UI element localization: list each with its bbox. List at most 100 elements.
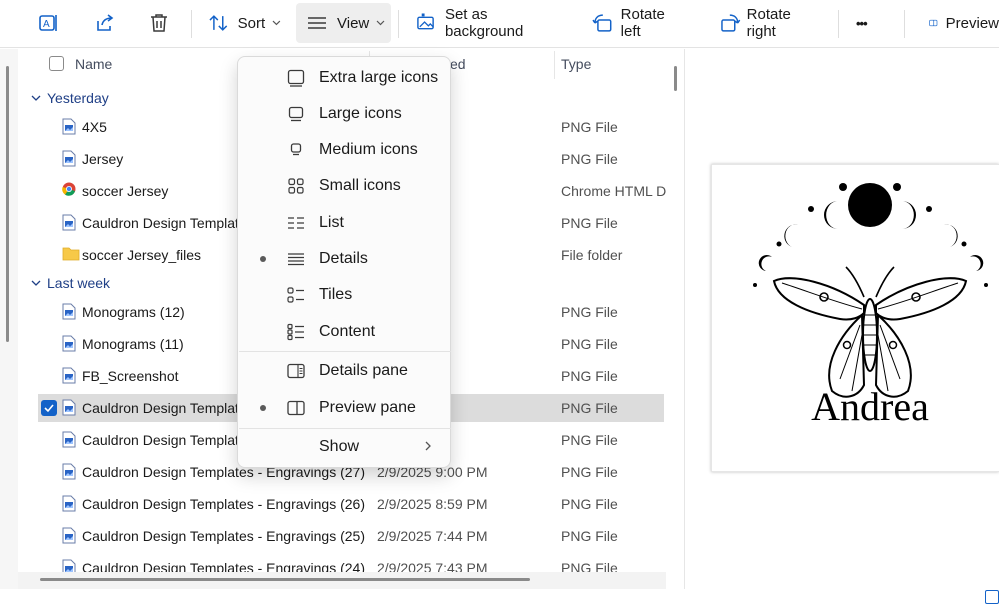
details-pane-icon: [287, 362, 305, 380]
set-as-background-button[interactable]: Set as background: [416, 3, 564, 43]
image-file-icon: [62, 399, 76, 416]
svg-text:A: A: [43, 19, 50, 30]
menu-separator: [239, 351, 451, 352]
file-row[interactable]: Cauldron Design Templates - Engravings (…: [38, 522, 664, 550]
menu-item-small-icons[interactable]: Small icons: [242, 169, 448, 203]
view-dropdown-menu: Extra large icons Large icons Medium icons…: [237, 56, 451, 468]
menu-item-details[interactable]: Details: [242, 242, 448, 276]
file-type: PNG File: [561, 528, 618, 544]
file-type: PNG File: [561, 304, 618, 320]
image-file-icon: [62, 214, 76, 231]
column-header-type[interactable]: Type: [561, 56, 591, 72]
file-type: PNG File: [561, 368, 618, 384]
delete-button[interactable]: [148, 3, 172, 43]
luna-moth-artwork: Andrea: [753, 183, 988, 429]
chrome-icon: [62, 182, 76, 199]
chevron-down-icon: [376, 20, 385, 26]
sort-icon: [209, 15, 228, 31]
menu-item-label: Medium icons: [319, 141, 418, 158]
rotate-left-button[interactable]: Rotate left: [592, 3, 688, 43]
pane-divider[interactable]: [684, 49, 685, 589]
file-name: FB_Screenshot: [82, 368, 179, 384]
chevron-down-icon: [272, 20, 281, 26]
file-name: Cauldron Design Template: [82, 215, 247, 231]
menu-item-extra-large-icons[interactable]: Extra large icons: [242, 61, 448, 95]
group-header-last-week[interactable]: Last week: [18, 269, 110, 297]
menu-item-details-pane[interactable]: Details pane: [242, 354, 448, 388]
column-divider[interactable]: [554, 51, 555, 79]
file-type: File folder: [561, 247, 623, 263]
rename-button[interactable]: A: [38, 3, 64, 43]
menu-item-label: Show: [319, 438, 360, 455]
menu-item-medium-icons[interactable]: Medium icons: [242, 133, 448, 167]
file-name: Cauldron Design Templat: [82, 432, 239, 448]
menu-item-tiles[interactable]: Tiles: [242, 278, 448, 312]
menu-item-label: Preview pane: [319, 399, 416, 416]
file-name: Jersey: [82, 151, 124, 167]
share-button[interactable]: [94, 3, 118, 43]
column-header-name[interactable]: Name: [75, 56, 112, 72]
horizontal-scrollbar-thumb[interactable]: [40, 578, 530, 581]
file-type: PNG File: [561, 119, 618, 135]
row-checkbox[interactable]: [41, 400, 57, 416]
content-icon: [287, 323, 305, 341]
group-header-yesterday[interactable]: Yesterday: [18, 84, 109, 112]
file-list-scrollbar[interactable]: [674, 66, 677, 91]
file-name: Cauldron Design Templates - Engravings (…: [82, 496, 365, 512]
view-button[interactable]: View: [296, 3, 391, 43]
list-icon: [287, 214, 305, 232]
menu-item-preview-pane[interactable]: Preview pane: [242, 391, 448, 425]
file-type: PNG File: [561, 151, 618, 167]
menu-item-label: Extra large icons: [319, 69, 439, 86]
toolbar-separator: [904, 10, 905, 38]
rotate-right-button[interactable]: Rotate right: [719, 3, 823, 43]
menu-item-label: Tiles: [319, 286, 353, 303]
view-toggle-icon[interactable]: [985, 590, 999, 604]
image-file-icon: [62, 527, 76, 544]
menu-item-content[interactable]: Content: [242, 315, 448, 349]
set-background-label: Set as background: [444, 6, 524, 40]
preview-pane-icon: [929, 19, 938, 27]
sort-button[interactable]: Sort: [205, 3, 281, 43]
file-name: Cauldron Design Templat: [82, 400, 239, 416]
file-explorer-window: A Sort View Set as background Rotate lef…: [0, 0, 999, 607]
file-row[interactable]: Cauldron Design Templates - Engravings (…: [38, 490, 664, 518]
details-icon: [287, 250, 305, 268]
column-header-date[interactable]: ed: [450, 56, 466, 72]
more-options-button[interactable]: •••: [856, 3, 884, 43]
file-type: Chrome HTML Do: [561, 183, 666, 199]
image-file-icon: [62, 367, 76, 384]
artwork-name-text: Andrea: [811, 384, 929, 429]
file-name: Monograms (11): [82, 336, 184, 352]
menu-item-label: List: [319, 214, 344, 231]
select-all-checkbox[interactable]: [49, 56, 64, 71]
view-icon: [308, 17, 326, 29]
menu-item-label: Content: [319, 323, 376, 340]
file-type: PNG File: [561, 432, 618, 448]
preview-pane-toggle[interactable]: Preview: [929, 3, 999, 43]
file-type: PNG File: [561, 336, 618, 352]
menu-item-list[interactable]: List: [242, 206, 448, 240]
group-label: Last week: [47, 275, 111, 291]
navigation-scrollbar[interactable]: [6, 66, 9, 342]
image-file-icon: [62, 431, 76, 448]
image-file-icon: [62, 118, 76, 135]
large-icons-icon: [287, 105, 305, 123]
preview-pane-icon: [287, 399, 305, 417]
medium-icons-icon: [287, 141, 305, 159]
menu-item-label: Large icons: [319, 105, 402, 122]
extra-large-icons-icon: [287, 69, 305, 87]
chevron-down-icon: [31, 95, 41, 101]
menu-item-large-icons[interactable]: Large icons: [242, 97, 448, 131]
chevron-right-icon: [424, 439, 432, 457]
menu-item-show[interactable]: Show: [242, 430, 448, 464]
rotate-left-icon: [592, 14, 612, 32]
toolbar-separator: [191, 10, 192, 38]
menu-separator: [239, 428, 451, 429]
menu-item-label: Details pane: [319, 362, 408, 379]
image-file-icon: [62, 335, 76, 352]
file-type: PNG File: [561, 400, 618, 416]
tiles-icon: [287, 286, 305, 304]
rotate-right-label: Rotate right: [746, 6, 791, 40]
menu-item-label: Small icons: [319, 177, 401, 194]
